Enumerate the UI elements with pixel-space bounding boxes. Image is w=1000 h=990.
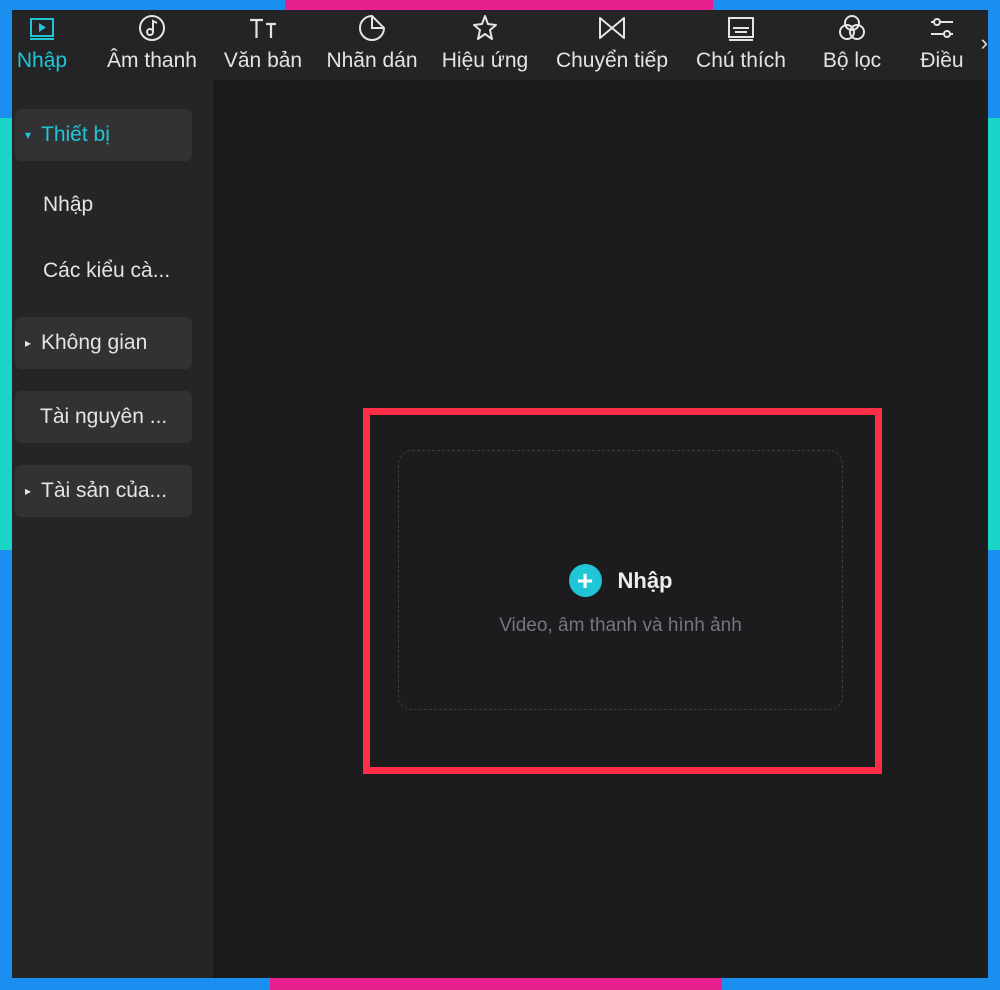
tab-sticker-label: Nhãn dán	[326, 49, 418, 72]
caption-icon	[726, 10, 756, 46]
sidebar-item-label: Các kiểu cà...	[43, 259, 171, 282]
caret-down-icon: ▾	[24, 128, 32, 142]
tab-adjust[interactable]: Điều	[907, 10, 977, 80]
sidebar-item-label: Tài sản của...	[41, 479, 168, 502]
plus-circle-icon: +	[568, 564, 602, 597]
tab-filters-label: Bộ lọc	[822, 49, 882, 72]
tab-import-label: Nhập	[16, 49, 68, 72]
adjust-icon	[927, 10, 957, 46]
sidebar-item-my-assets[interactable]: ▸ Tài sản của...	[15, 465, 192, 517]
frame-accent-left	[0, 118, 12, 550]
sidebar-item-device[interactable]: ▾ Thiết bị	[15, 109, 192, 161]
tab-audio[interactable]: Âm thanh	[102, 10, 202, 80]
toolbar-overflow-icon[interactable]: ›	[981, 30, 988, 56]
sidebar-item-label: Thiết bị	[41, 123, 110, 146]
frame-accent-top	[285, 0, 713, 10]
sidebar-item-label: Không gian	[41, 331, 148, 354]
text-tt-icon	[248, 10, 278, 46]
sidebar-item-label: Tài nguyên ...	[40, 405, 168, 428]
tab-import[interactable]: Nhập	[12, 10, 72, 80]
frame-accent-right	[988, 118, 1000, 550]
filter-circles-icon	[837, 10, 867, 46]
tab-transition[interactable]: Chuyển tiếp	[550, 10, 674, 80]
import-label: Nhập	[617, 567, 673, 593]
import-hint: Video, âm thanh và hình ảnh	[499, 615, 742, 636]
transition-bowtie-icon	[597, 10, 627, 46]
tab-sticker[interactable]: Nhãn dán	[323, 10, 421, 80]
tab-text-label: Văn bản	[223, 49, 303, 72]
tab-filters[interactable]: Bộ lọc	[811, 10, 893, 80]
tab-effects-label: Hiệu ứng	[441, 49, 529, 72]
media-panel: + Nhập Video, âm thanh và hình ảnh	[215, 80, 988, 978]
import-dropzone[interactable]: + Nhập Video, âm thanh và hình ảnh	[398, 450, 843, 710]
frame-accent-bottom	[270, 978, 722, 990]
sticker-icon	[357, 10, 387, 46]
caret-right-icon: ▸	[24, 336, 32, 350]
tab-text[interactable]: Văn bản	[220, 10, 306, 80]
sidebar-item-styles[interactable]: Các kiểu cà...	[15, 245, 192, 297]
sidebar-item-import[interactable]: Nhập	[15, 179, 192, 231]
top-toolbar: Nhập Âm thanh Văn bản Nhãn dán Hiệu ứng	[12, 10, 988, 80]
sparkle-star-icon	[470, 10, 500, 46]
media-play-icon	[27, 10, 57, 46]
editor-window: Nhập Âm thanh Văn bản Nhãn dán Hiệu ứng	[12, 10, 988, 978]
sidebar-item-space[interactable]: ▸ Không gian	[15, 317, 192, 369]
import-button[interactable]: + Nhập	[399, 564, 842, 597]
tab-effects[interactable]: Hiệu ứng	[437, 10, 533, 80]
tab-captions[interactable]: Chú thích	[691, 10, 791, 80]
sidebar-item-resources[interactable]: Tài nguyên ...	[15, 391, 192, 443]
caret-right-icon: ▸	[24, 484, 32, 498]
tab-adjust-label: Điều	[920, 49, 964, 72]
tab-audio-label: Âm thanh	[107, 49, 197, 72]
music-note-icon	[137, 10, 167, 46]
tab-transition-label: Chuyển tiếp	[555, 49, 669, 72]
sidebar-item-label: Nhập	[43, 193, 94, 216]
sidebar: ▾ Thiết bị Nhập Các kiểu cà... ▸ Không g…	[12, 80, 215, 978]
tab-captions-label: Chú thích	[696, 49, 786, 72]
